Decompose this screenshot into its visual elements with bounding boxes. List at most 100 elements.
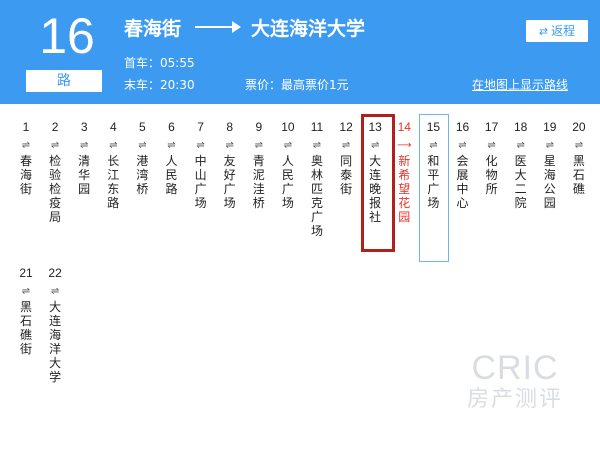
stop-name: 港湾桥 xyxy=(136,154,149,196)
stop-name: 友好广场 xyxy=(223,154,236,210)
bidirectional-icon: ⇌ xyxy=(545,140,554,151)
stop-name: 人民路 xyxy=(165,154,178,196)
stop-name: 和平广场 xyxy=(427,154,440,210)
stop-name: 大连晚报社 xyxy=(369,154,382,224)
route-number: 16 xyxy=(39,8,95,64)
stop-name: 医大二院 xyxy=(514,154,527,210)
bus-stop[interactable]: 16 ⇌ 会展中心 xyxy=(450,120,476,210)
bus-stop[interactable]: 22 ⇌ 大连海洋大学 xyxy=(42,266,68,384)
destination-stop: 大连海洋大学 xyxy=(251,17,366,40)
bidirectional-icon: ⇌ xyxy=(283,140,293,151)
fare-info: 票价：最高票价1元 xyxy=(245,78,349,92)
bidirectional-icon: ⇌ xyxy=(370,140,380,151)
stop-name: 同泰街 xyxy=(340,154,353,196)
bidirectional-icon: ⇌ xyxy=(167,140,176,151)
bidirectional-icon: ⇌ xyxy=(254,140,263,151)
bidirectional-icon: ⇌ xyxy=(429,140,438,151)
bus-stop[interactable]: 13 ⇌ 大连晚报社 xyxy=(361,114,396,252)
stop-name: 会展中心 xyxy=(456,154,469,210)
stop-number: 4 xyxy=(109,120,117,134)
stop-name: 黑石礁街 xyxy=(19,300,32,356)
origin-stop: 春海街 xyxy=(124,17,182,40)
bus-stop[interactable]: 20 ⇌ 黑石礁 xyxy=(566,120,592,196)
stop-number: 11 xyxy=(310,120,324,134)
stop-name: 黑石礁 xyxy=(572,154,585,196)
bus-stop[interactable]: 7 ⇌ 中山广场 xyxy=(188,120,214,210)
stop-number: 10 xyxy=(281,120,295,134)
watermark-main: CRIC xyxy=(471,349,559,387)
swap-icon: ⇄ xyxy=(538,25,549,38)
bus-stop[interactable]: 8 ⇌ 友好广场 xyxy=(217,120,243,210)
return-button-label: 返程 xyxy=(551,24,576,38)
last-bus-time: 末车：20:30 xyxy=(124,78,195,92)
stop-number: 5 xyxy=(139,120,146,134)
watermark-sub: 房产测评 xyxy=(466,387,563,412)
bus-stop[interactable]: 4 ⇌ 长江东路 xyxy=(100,120,126,210)
bus-stop[interactable]: 17 ⇌ 化物所 xyxy=(479,120,505,196)
stop-name: 青泥洼桥 xyxy=(252,154,265,210)
bidirectional-icon: ⇌ xyxy=(21,140,31,151)
stop-number: 13 xyxy=(368,120,382,134)
stop-number: 17 xyxy=(484,120,499,134)
first-bus-time: 首车：05:55 xyxy=(124,56,195,70)
stop-number: 20 xyxy=(572,120,586,134)
stop-name: 检验检疫局 xyxy=(49,154,62,224)
bidirectional-icon: ⇌ xyxy=(138,140,147,151)
bus-stop[interactable]: 19 ⇌ 星海公园 xyxy=(537,120,563,210)
bidirectional-icon: ⇌ xyxy=(341,140,351,151)
stop-number: 9 xyxy=(255,120,263,134)
bus-stop[interactable]: 5 ⇌ 港湾桥 xyxy=(129,120,155,196)
bus-stop[interactable]: 3 ⇌ 清华园 xyxy=(71,120,97,196)
stop-name: 星海公园 xyxy=(543,154,556,210)
stop-number: 21 xyxy=(19,266,33,280)
bidirectional-icon: ⇌ xyxy=(574,140,584,151)
current-direction-icon: ⟶ xyxy=(397,140,412,151)
route-unit-label: 路 xyxy=(26,70,102,92)
show-on-map-link[interactable]: 在地图上显示路线 xyxy=(472,76,568,93)
stop-number: 14 xyxy=(397,120,411,134)
bidirectional-icon: ⇌ xyxy=(312,140,322,151)
bus-stop[interactable]: 9 ⇌ 青泥洼桥 xyxy=(246,120,272,210)
bidirectional-icon: ⇌ xyxy=(516,140,525,151)
direction-arrow-icon xyxy=(195,21,242,33)
stop-number: 6 xyxy=(168,120,175,134)
bus-stop[interactable]: 21 ⇌ 黑石礁街 xyxy=(13,266,39,356)
bus-stop[interactable]: 12 ⇌ 同泰街 xyxy=(333,120,359,196)
bus-stop[interactable]: 6 ⇌ 人民路 xyxy=(159,120,185,196)
bidirectional-icon: ⇌ xyxy=(196,140,205,151)
bus-stop[interactable]: 10 ⇌ 人民广场 xyxy=(275,120,301,210)
bidirectional-icon: ⇌ xyxy=(21,286,31,297)
bidirectional-icon: ⇌ xyxy=(79,140,89,151)
stop-name: 奥林匹克广场 xyxy=(310,154,323,238)
bus-stop[interactable]: 18 ⇌ 医大二院 xyxy=(508,120,534,210)
stop-name: 清华园 xyxy=(78,154,91,196)
stop-name: 化物所 xyxy=(485,154,498,196)
bus-stop[interactable]: 15 ⇌ 和平广场 xyxy=(419,114,450,262)
watermark: CRIC 房产测评 xyxy=(452,350,578,414)
stop-number: 15 xyxy=(426,120,441,134)
bus-stop[interactable]: 2 ⇌ 检验检疫局 xyxy=(42,120,68,224)
return-button[interactable]: ⇄ 返程 xyxy=(526,20,588,42)
stop-number: 7 xyxy=(197,120,204,134)
route-header: 16 路 春海街 大连海洋大学 首车：05:55 末车：20:30 票价：最高票… xyxy=(0,0,600,104)
stop-name: 大连海洋大学 xyxy=(49,300,62,384)
stop-number: 18 xyxy=(514,120,528,134)
stop-name: 长江东路 xyxy=(107,154,120,210)
stop-number: 22 xyxy=(48,266,62,280)
bidirectional-icon: ⇌ xyxy=(50,140,60,151)
stop-number: 8 xyxy=(226,120,234,134)
stop-number: 16 xyxy=(455,120,470,134)
bidirectional-icon: ⇌ xyxy=(487,140,496,151)
bus-stop[interactable]: 1 ⇌ 春海街 xyxy=(13,120,39,196)
bus-stop[interactable]: 14 ⟶ 新希望花园 xyxy=(391,120,417,224)
stop-name: 中山广场 xyxy=(194,154,207,210)
bidirectional-icon: ⇌ xyxy=(458,140,467,151)
route-direction: 春海街 大连海洋大学 xyxy=(124,12,365,42)
stop-number: 1 xyxy=(22,120,30,134)
bidirectional-icon: ⇌ xyxy=(109,140,118,151)
stop-name: 人民广场 xyxy=(281,154,294,210)
bus-stop[interactable]: 11 ⇌ 奥林匹克广场 xyxy=(304,120,330,238)
stop-number: 19 xyxy=(543,120,557,134)
bidirectional-icon: ⇌ xyxy=(50,286,60,297)
stop-number: 2 xyxy=(51,120,59,134)
